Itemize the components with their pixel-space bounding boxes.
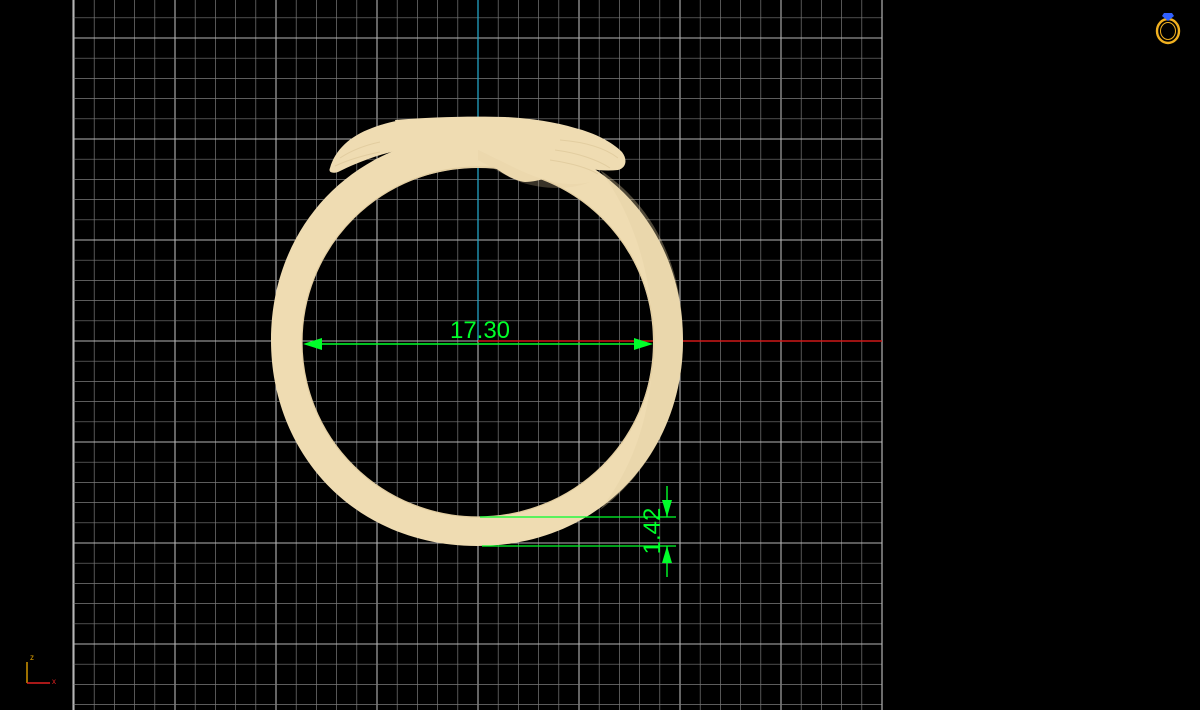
thickness-value-label: 1.42 (639, 508, 666, 555)
triad-z-label: z (30, 653, 34, 662)
diameter-arrow-left (303, 338, 322, 350)
view-cube-ring-icon[interactable] (1155, 13, 1181, 45)
axis-triad: z x (26, 653, 56, 686)
3d-viewport[interactable]: 17.30 1.42 z x (0, 0, 1200, 710)
diameter-value-label: 17.30 (450, 317, 510, 344)
ring-icon-inner (1160, 22, 1176, 40)
triad-x-label: x (52, 677, 56, 686)
diameter-arrow-right (634, 338, 653, 350)
viewport-canvas[interactable]: 17.30 1.42 z x (0, 0, 1200, 710)
